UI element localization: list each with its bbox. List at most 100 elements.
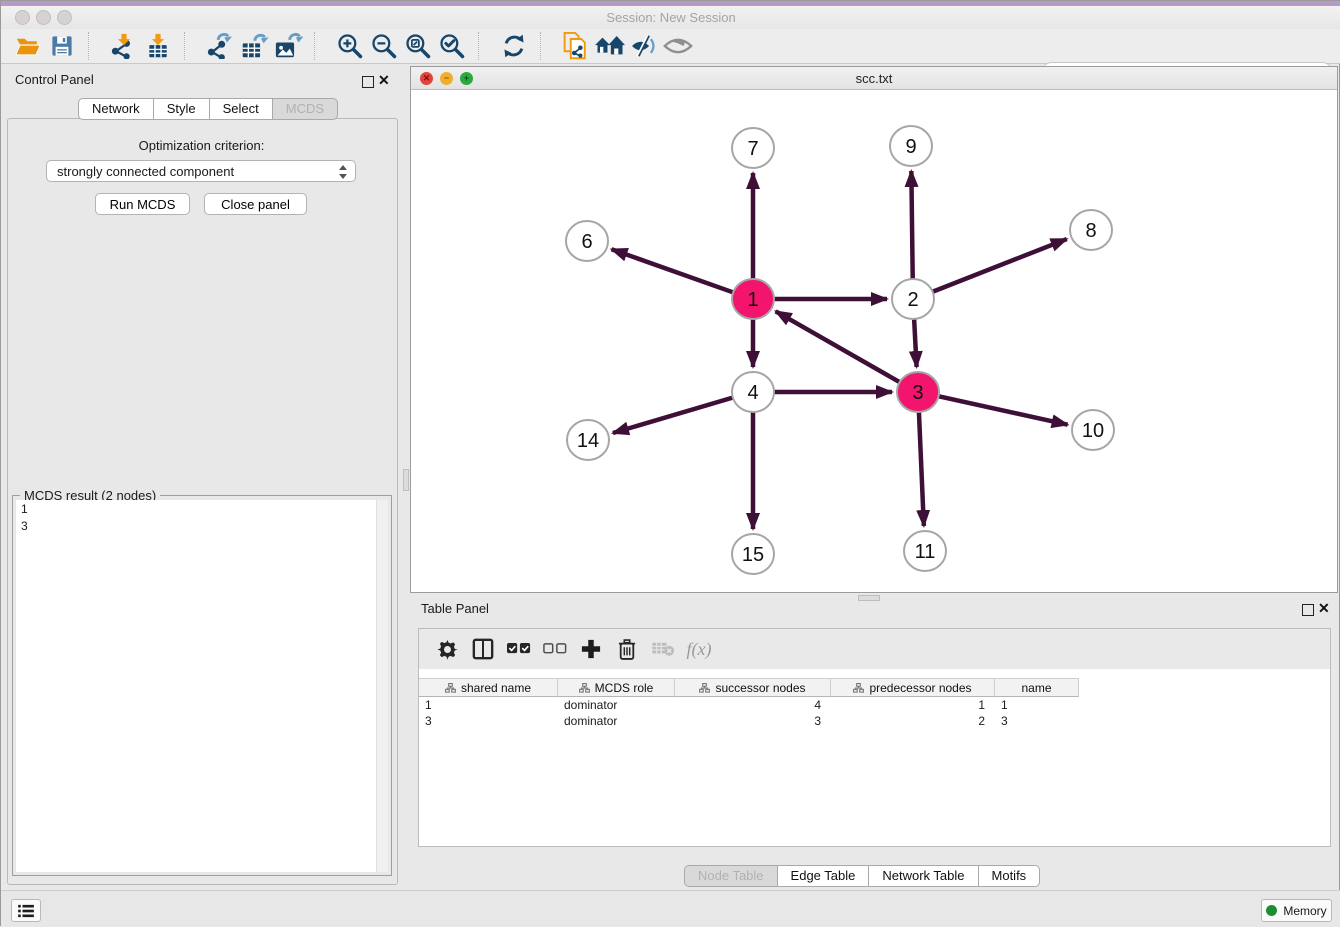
edge-2-3[interactable] [914, 317, 917, 367]
node-label-9: 9 [905, 136, 916, 158]
node-label-10: 10 [1082, 420, 1104, 442]
column-header-successor-nodes[interactable]: successor nodes [675, 678, 831, 697]
edge-2-9[interactable] [911, 171, 912, 281]
edge-4-14[interactable] [613, 397, 735, 433]
chevron-updown-icon [338, 164, 348, 180]
memory-button[interactable]: Memory [1261, 899, 1332, 922]
node-label-11: 11 [915, 541, 936, 563]
select-all-checks-icon[interactable] [501, 634, 537, 664]
cytoscape-app: { "window": { "title": "Session: New Ses… [0, 0, 1340, 926]
tab-style[interactable]: Style [154, 98, 210, 120]
table-cell: 1 [419, 697, 558, 713]
column-type-icon [853, 683, 864, 693]
edge-2-8[interactable] [931, 239, 1067, 292]
app-title: Session: New Session [1, 10, 1340, 25]
tab-network[interactable]: Network [78, 98, 154, 120]
mcds-result-text[interactable]: 1 3 [16, 500, 388, 872]
node-label-3: 3 [912, 382, 923, 404]
table-cell: 1 [831, 697, 995, 713]
column-header-MCDS-role[interactable]: MCDS role [558, 678, 675, 697]
export-network-icon[interactable] [203, 31, 237, 61]
edge-3-11[interactable] [919, 410, 924, 526]
node-label-8: 8 [1085, 220, 1096, 242]
mcds-result-scrollbar[interactable] [376, 500, 388, 872]
network-window-titlebar[interactable]: ✕ − + scc.txt [411, 67, 1337, 90]
node-label-2: 2 [907, 289, 918, 311]
open-session-icon[interactable] [11, 31, 45, 61]
toolbar-separator [314, 32, 329, 60]
memory-label: Memory [1283, 904, 1326, 918]
control-panel-float-icon[interactable] [362, 76, 374, 88]
gear-icon[interactable] [429, 634, 465, 664]
edge-3-1[interactable] [776, 311, 902, 383]
toolbar-separator [184, 32, 199, 60]
edge-3-10[interactable] [937, 396, 1068, 425]
column-header-shared-name[interactable]: shared name [419, 678, 558, 697]
horizontal-splitter-grip[interactable] [858, 595, 880, 601]
save-session-icon[interactable] [45, 31, 79, 61]
delete-table-icon [645, 634, 681, 664]
status-bar: Memory [1, 890, 1340, 927]
node-table-container: f(x) shared nameMCDS rolesuccessor nodes… [418, 628, 1331, 847]
function-builder-icon: f(x) [681, 634, 717, 664]
app-titlebar: Session: New Session [1, 6, 1340, 29]
zoom-out-icon[interactable] [367, 31, 401, 61]
zoom-in-icon[interactable] [333, 31, 367, 61]
table-cell: 2 [831, 713, 995, 729]
mcds-result-groupbox: MCDS result (2 nodes) 1 3 [12, 495, 392, 876]
optimization-criterion-label: Optimization criterion: [7, 138, 396, 153]
table-body: 1dominator4113dominator323 [419, 697, 1330, 729]
toolbar-separator [540, 32, 555, 60]
table-header-row: shared nameMCDS rolesuccessor nodesprede… [419, 678, 1079, 697]
export-image-icon[interactable] [271, 31, 305, 61]
list-icon [18, 904, 34, 918]
task-history-button[interactable] [11, 899, 41, 922]
table-tab-node-table[interactable]: Node Table [684, 865, 778, 887]
zoom-selected-icon[interactable] [435, 31, 469, 61]
add-column-icon[interactable] [573, 634, 609, 664]
table-tab-edge-table[interactable]: Edge Table [778, 865, 870, 887]
deselect-all-checks-icon[interactable] [537, 634, 573, 664]
table-panel-float-icon[interactable] [1302, 604, 1314, 616]
network-window-title: scc.txt [411, 71, 1337, 86]
column-header-predecessor-nodes[interactable]: predecessor nodes [831, 678, 995, 697]
table-panel-close-icon[interactable]: ✕ [1318, 600, 1330, 617]
table-row[interactable]: 1dominator411 [419, 697, 1330, 713]
node-label-6: 6 [581, 231, 592, 253]
import-network-icon[interactable] [107, 31, 141, 61]
control-panel-title: Control Panel [15, 72, 94, 87]
optimization-criterion-dropdown[interactable]: strongly connected component [46, 160, 356, 182]
table-toolbar: f(x) [419, 629, 1330, 669]
hide-graphics-details-icon[interactable] [627, 31, 661, 61]
refresh-layout-icon[interactable] [497, 31, 531, 61]
control-panel-close-icon[interactable]: ✕ [378, 72, 390, 89]
main-toolbar [1, 29, 1340, 64]
table-row[interactable]: 3dominator323 [419, 713, 1330, 729]
split-columns-icon[interactable] [465, 634, 501, 664]
table-panel-title: Table Panel [421, 601, 489, 616]
column-header-name[interactable]: name [995, 678, 1079, 697]
table-tab-motifs[interactable]: Motifs [979, 865, 1041, 887]
edge-1-6[interactable] [612, 249, 736, 293]
zoom-fit-icon[interactable] [401, 31, 435, 61]
table-cell: dominator [558, 713, 675, 729]
tab-mcds[interactable]: MCDS [273, 98, 338, 120]
network-canvas[interactable]: 7968124314101511 [411, 90, 1337, 592]
delete-column-trash-icon[interactable] [609, 634, 645, 664]
home-houses-icon[interactable] [593, 31, 627, 61]
toolbar-separator [478, 32, 493, 60]
run-mcds-button[interactable]: Run MCDS [95, 193, 190, 215]
toolbar-separator [88, 32, 103, 60]
close-panel-button[interactable]: Close panel [204, 193, 307, 215]
tab-select[interactable]: Select [210, 98, 273, 120]
network-from-selection-icon[interactable] [559, 31, 593, 61]
table-cell: 3 [675, 713, 831, 729]
vertical-splitter-grip[interactable] [403, 469, 409, 491]
show-annotations-eye-icon[interactable] [661, 31, 695, 61]
table-cell: 4 [675, 697, 831, 713]
table-tab-network-table[interactable]: Network Table [869, 865, 978, 887]
table-cell: 3 [995, 713, 1079, 729]
node-label-4: 4 [747, 382, 758, 404]
export-table-icon[interactable] [237, 31, 271, 61]
import-table-icon[interactable] [141, 31, 175, 61]
